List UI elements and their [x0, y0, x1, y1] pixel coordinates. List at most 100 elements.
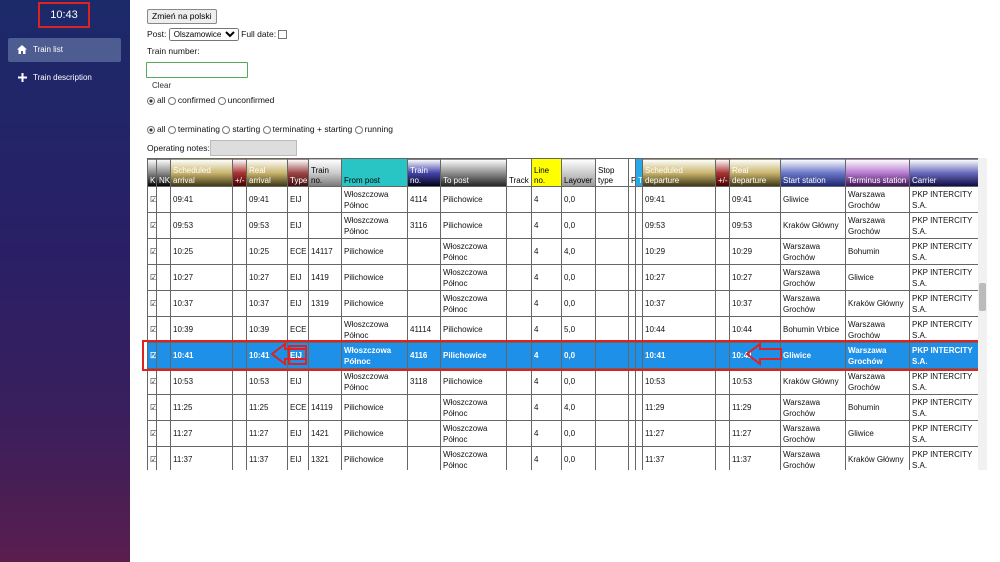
- full-date-checkbox[interactable]: [278, 30, 288, 40]
- cell-k[interactable]: ☑: [147, 264, 157, 291]
- cell-nk[interactable]: [156, 368, 171, 395]
- cell-nk[interactable]: [156, 394, 171, 421]
- cell-carrier: PKP INTERCITY S.A.: [909, 420, 978, 447]
- col-real-departure[interactable]: Real departure: [729, 158, 781, 187]
- table-row[interactable]: ☑ 11:37 11:37 EIJ 1321 Pilichowice Włoszczowa …: [147, 446, 978, 470]
- sidebar-item-train-description[interactable]: Train description: [8, 66, 121, 90]
- cell-k[interactable]: ☑: [147, 394, 157, 421]
- table-row[interactable]: ☑ 10:39 10:39 ECE Włoszczowa Północ 41114 Pili…: [147, 316, 978, 343]
- col-layover[interactable]: Layover: [561, 158, 596, 187]
- table-row[interactable]: ☑ 09:41 09:41 EIJ Włoszczowa Północ 4114 Pilic…: [147, 186, 978, 213]
- cell-start-station: Kraków Główny: [780, 212, 846, 239]
- cell-t: [635, 446, 643, 470]
- radio-starting[interactable]: [222, 125, 231, 134]
- cell-k[interactable]: ☑: [147, 342, 157, 369]
- cell-arrival-diff: [232, 368, 247, 395]
- cell-train-no-in: [308, 316, 342, 343]
- cell-departure-diff: [715, 420, 730, 447]
- cell-nk[interactable]: [156, 238, 171, 265]
- cell-k[interactable]: ☑: [147, 212, 157, 239]
- operating-notes-input[interactable]: [210, 140, 297, 156]
- cell-from-post: Pilichowice: [341, 394, 408, 421]
- col-p[interactable]: P: [628, 158, 636, 187]
- cell-departure-diff: [715, 342, 730, 369]
- col-real-arrival[interactable]: Real arrival: [246, 158, 288, 187]
- radio-confirmed[interactable]: [167, 96, 176, 105]
- cell-arrival-diff: [232, 394, 247, 421]
- cell-from-post: Pilichowice: [341, 420, 408, 447]
- col-scheduled-arrival[interactable]: Scheduled arrival: [170, 158, 233, 187]
- cell-k[interactable]: ☑: [147, 420, 157, 447]
- cell-k[interactable]: ☑: [147, 368, 157, 395]
- change-language-button[interactable]: Zmień na polski: [147, 9, 217, 24]
- sidebar-item-label: Train description: [33, 73, 92, 82]
- cell-p: [628, 446, 636, 470]
- col-terminus-station[interactable]: Terminus station: [845, 158, 910, 187]
- radio-terminating[interactable]: [167, 125, 176, 134]
- cell-nk[interactable]: [156, 342, 171, 369]
- col-type[interactable]: Type: [287, 158, 309, 187]
- col-scheduled-departure[interactable]: Scheduled departure: [642, 158, 716, 187]
- cell-train-no-out: [407, 290, 441, 317]
- table-row[interactable]: ☑ 09:53 09:53 EIJ Włoszczowa Północ 3116 Pilic…: [147, 212, 978, 239]
- cell-nk[interactable]: [156, 212, 171, 239]
- cell-type: EIJ: [287, 212, 309, 239]
- cell-departure-diff: [715, 394, 730, 421]
- col-train-no-out[interactable]: Train no.: [407, 158, 441, 187]
- table-scrollbar[interactable]: [978, 158, 987, 470]
- radio-all[interactable]: [147, 96, 155, 105]
- cell-k[interactable]: ☑: [147, 316, 157, 343]
- radio-running[interactable]: [354, 125, 363, 134]
- table-row[interactable]: ☑ 10:25 10:25 ECE 14117 Pilichowice Włoszczowa…: [147, 238, 978, 265]
- col-train-no-in[interactable]: Train no.: [308, 158, 342, 187]
- table-row[interactable]: ☑ 10:53 10:53 EIJ Włoszczowa Północ 3118 Pilic…: [147, 368, 978, 395]
- cell-real-departure: 09:53: [729, 212, 781, 239]
- cell-k[interactable]: ☑: [147, 446, 157, 470]
- cell-k[interactable]: ☑: [147, 290, 157, 317]
- col-departure-diff[interactable]: +/-: [715, 158, 730, 187]
- cell-nk[interactable]: [156, 446, 171, 470]
- sidebar-item-train-list[interactable]: Train list: [8, 38, 121, 62]
- col-nk[interactable]: NK: [156, 158, 171, 187]
- cell-nk[interactable]: [156, 290, 171, 317]
- col-stop-type[interactable]: Stop type: [595, 158, 629, 187]
- cell-nk[interactable]: [156, 186, 171, 213]
- clear-button[interactable]: Clear: [152, 81, 171, 90]
- col-track[interactable]: Track: [506, 158, 532, 187]
- cell-train-no-in: 1321: [308, 446, 342, 470]
- table-row[interactable]: ☑ 10:37 10:37 EIJ 1319 Pilichowice Włoszczowa …: [147, 290, 978, 317]
- table-row[interactable]: ☑ 11:27 11:27 EIJ 1421 Pilichowice Włoszczowa …: [147, 420, 978, 447]
- radio-type-all[interactable]: [147, 125, 155, 134]
- post-select[interactable]: Olszamowice: [168, 28, 239, 42]
- cell-layover: 4,0: [561, 238, 596, 265]
- cell-line-no: 4: [531, 316, 562, 343]
- radio-unconfirmed[interactable]: [217, 96, 226, 105]
- col-t[interactable]: T: [635, 158, 643, 187]
- col-k[interactable]: K: [147, 158, 157, 187]
- col-carrier[interactable]: Carrier: [909, 158, 978, 187]
- cell-nk[interactable]: [156, 316, 171, 343]
- cell-t: [635, 186, 643, 213]
- cell-carrier: PKP INTERCITY S.A.: [909, 394, 978, 421]
- col-arrival-diff[interactable]: +/-: [232, 158, 247, 187]
- col-to-post[interactable]: To post: [440, 158, 507, 187]
- col-from-post[interactable]: From post: [341, 158, 408, 187]
- col-line-no[interactable]: Line no.: [531, 158, 562, 187]
- radio-terminating-starting[interactable]: [262, 125, 271, 134]
- table-row[interactable]: ☑ 10:41 10:41 EIJ Włoszczowa Północ 4116 Pilic…: [147, 342, 978, 369]
- cell-line-no: 4: [531, 394, 562, 421]
- train-number-input[interactable]: [146, 62, 248, 78]
- cell-arrival-diff: [232, 186, 247, 213]
- cell-type: EIJ: [287, 290, 309, 317]
- cell-k[interactable]: ☑: [147, 186, 157, 213]
- cell-nk[interactable]: [156, 420, 171, 447]
- cell-track: [506, 420, 532, 447]
- col-start-station[interactable]: Start station: [780, 158, 846, 187]
- cell-t: [635, 290, 643, 317]
- table-row[interactable]: ☑ 10:27 10:27 EIJ 1419 Pilichowice Włoszczowa …: [147, 264, 978, 291]
- scroll-thumb[interactable]: [979, 283, 986, 311]
- cell-k[interactable]: ☑: [147, 238, 157, 265]
- table-row[interactable]: ☑ 11:25 11:25 ECE 14119 Pilichowice Włoszczowa…: [147, 394, 978, 421]
- cell-nk[interactable]: [156, 264, 171, 291]
- cell-t: [635, 394, 643, 421]
